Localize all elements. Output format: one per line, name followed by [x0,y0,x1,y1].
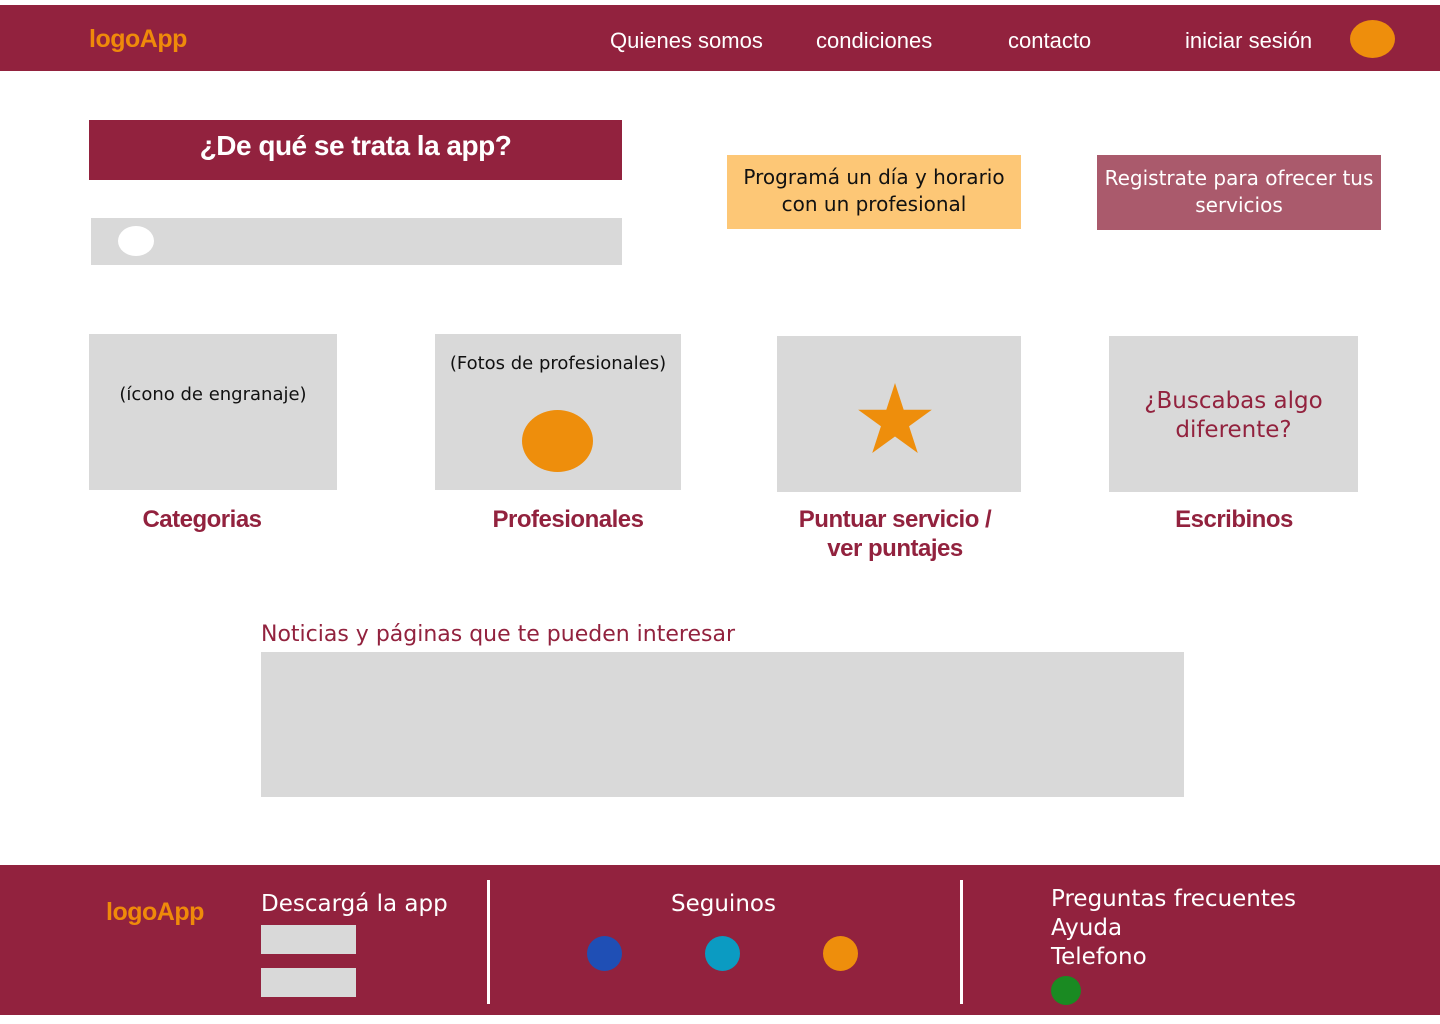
rating-card[interactable] [777,336,1021,492]
download-app-heading: Descargá la app [261,891,448,917]
play-button[interactable] [118,226,154,256]
footer: logoApp Descargá la app Seguinos Pregunt… [0,865,1440,1015]
phone-link[interactable]: Telefono [1051,944,1147,970]
twitter-icon[interactable] [705,936,740,971]
professionals-card[interactable]: (Fotos de profesionales) [435,334,681,490]
contact-card-text: ¿Buscabas algo diferente? [1144,388,1323,443]
news-carousel[interactable] [261,652,1184,797]
feature-label-categorias[interactable]: Categorias [89,505,315,534]
nav-link-contacto[interactable]: contacto [1008,28,1091,54]
news-section-title: Noticias y páginas que te pueden interes… [261,622,735,647]
professionals-card-placeholder: (Fotos de profesionales) [449,353,667,374]
nav-link-quienes-somos[interactable]: Quienes somos [610,28,763,54]
hero-title: ¿De qué se trata la app? [89,120,622,180]
follow-us-heading: Seguinos [671,891,776,917]
top-navbar: logoApp Quienes somos condiciones contac… [0,5,1440,71]
contact-card[interactable]: ¿Buscabas algo diferente? [1109,336,1358,492]
professional-photo-icon [522,410,593,472]
feature-label-profesionales[interactable]: Profesionales [455,505,681,534]
header-logo[interactable]: logoApp [89,25,187,54]
feature-label-puntuar[interactable]: Puntuar servicio / ver puntajes [785,505,1005,563]
feature-label-escribinos[interactable]: Escribinos [1121,505,1347,534]
help-link[interactable]: Ayuda [1051,915,1122,941]
star-icon [858,383,932,453]
footer-divider [487,880,490,1004]
nav-link-condiciones[interactable]: condiciones [816,28,932,54]
schedule-professional-button[interactable]: Programá un día y horario con un profesi… [727,155,1021,229]
nav-link-iniciar-sesion[interactable]: iniciar sesión [1185,28,1312,54]
user-avatar[interactable] [1350,20,1395,58]
footer-divider [960,880,963,1004]
footer-logo[interactable]: logoApp [106,898,204,927]
app-store-badge[interactable] [261,925,356,954]
phone-icon[interactable] [1051,976,1081,1005]
categories-card[interactable]: (ícono de engranaje) [89,334,337,490]
facebook-icon[interactable] [587,936,622,971]
categories-card-placeholder: (ícono de engranaje) [119,384,307,405]
register-provider-button[interactable]: Registrate para ofrecer tus servicios [1097,155,1381,230]
faq-link[interactable]: Preguntas frecuentes [1051,886,1296,912]
play-store-badge[interactable] [261,968,356,997]
video-player-bar[interactable] [91,218,622,265]
instagram-icon[interactable] [823,936,858,971]
